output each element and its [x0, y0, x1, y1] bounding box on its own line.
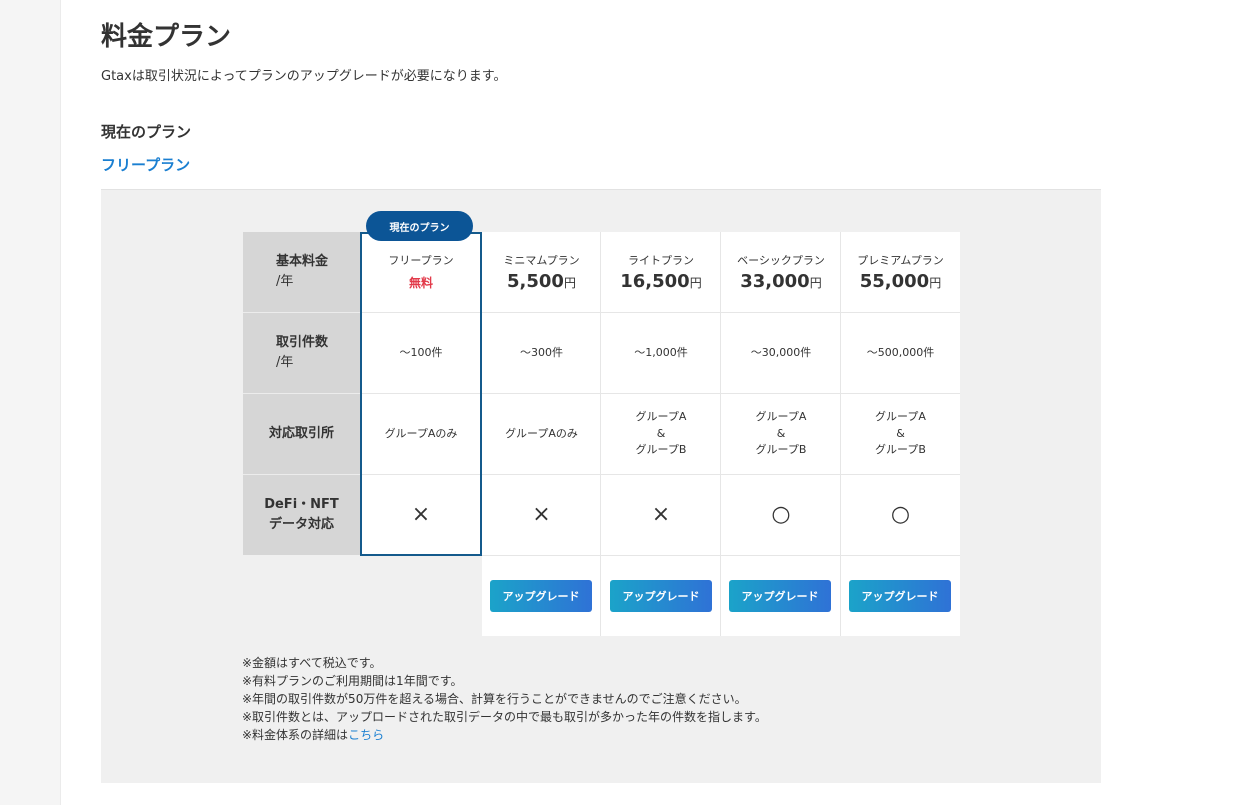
row-label-main: DeFi・NFT: [264, 497, 339, 512]
exchange-line: グループB: [635, 443, 687, 457]
plan-header-light: ライトプラン 16,500円: [601, 232, 721, 312]
page-title: 料金プラン: [101, 22, 232, 52]
left-sidebar: [0, 0, 61, 805]
row-label-base-fee: 基本料金 /年: [243, 232, 360, 312]
plan-defi-nft: ×: [601, 475, 721, 555]
row-divider: [482, 393, 960, 394]
plan-name: ミニマムプラン: [503, 254, 580, 267]
row-label-defi-nft: DeFi・NFT データ対応: [243, 475, 360, 555]
row-label-main: 対応取引所: [268, 426, 334, 441]
current-plan-frame: [360, 232, 482, 556]
label-divider: [243, 312, 360, 313]
exchange-line: &: [776, 426, 786, 440]
circle-icon: ○: [771, 501, 791, 527]
column-divider: [600, 232, 601, 636]
cross-icon: ×: [532, 501, 551, 527]
row-divider: [482, 312, 960, 313]
row-label-transactions: 取引件数 /年: [243, 313, 360, 393]
pricing-notes: ※金額はすべて税込です。 ※有料プランのご利用期間は1年間です。 ※年間の取引件…: [242, 654, 767, 744]
plan-price: 5,500円: [507, 270, 576, 292]
current-plan-link[interactable]: フリープラン: [101, 154, 190, 175]
column-divider: [720, 232, 721, 636]
exchange-line: グループB: [875, 443, 926, 457]
price-unit: 円: [809, 275, 822, 290]
plan-name: ベーシックプラン: [737, 254, 825, 267]
price-unit: 円: [689, 275, 702, 290]
circle-icon: ○: [890, 501, 911, 527]
row-divider: [482, 555, 960, 556]
exchange-line: グループB: [755, 443, 807, 457]
price-value: 16,500: [620, 270, 690, 292]
row-label-main: 基本料金: [276, 254, 329, 269]
plan-exchanges: グループAのみ: [482, 394, 601, 474]
row-label-exchanges: 対応取引所: [243, 394, 360, 474]
row-divider: [482, 474, 960, 475]
cross-icon: ×: [651, 501, 671, 527]
plan-exchanges: グループA & グループB: [721, 394, 841, 474]
exchange-line: &: [656, 426, 666, 440]
plan-comparison-panel: 基本料金 /年 取引件数 /年 対応取引所 DeFi・NFT データ対応 フリー…: [101, 189, 1101, 783]
price-unit: 円: [563, 275, 576, 290]
note-line: ※金額はすべて税込です。: [242, 656, 382, 670]
row-label-unit: /年: [276, 274, 294, 289]
exchange-line: &: [896, 426, 905, 440]
plan-exchanges: グループA & グループB: [601, 394, 721, 474]
plan-price: 55,000円: [859, 270, 942, 292]
upgrade-button-basic[interactable]: アップグレード: [729, 580, 831, 612]
note-line: ※年間の取引件数が50万件を超える場合、計算を行うことができませんのでご注意くだ…: [242, 692, 747, 706]
plan-name: ライトプラン: [627, 254, 694, 267]
pricing-details-link[interactable]: こちら: [348, 728, 384, 742]
plan-price: 33,000円: [740, 270, 822, 292]
row-label-unit: /年: [276, 355, 294, 370]
price-unit: 円: [929, 275, 942, 290]
price-value: 33,000: [740, 270, 810, 292]
plan-transactions: 〜1,000件: [601, 313, 721, 393]
plan-exchanges: グループA & グループB: [841, 394, 960, 474]
plan-header-minimum: ミニマムプラン 5,500円: [482, 232, 601, 312]
plan-transactions: 〜500,000件: [841, 313, 960, 393]
plan-price: 16,500円: [620, 270, 702, 292]
current-plan-heading: 現在のプラン: [101, 123, 192, 141]
label-divider: [243, 474, 360, 475]
label-divider: [243, 393, 360, 394]
upgrade-button-light[interactable]: アップグレード: [610, 580, 712, 612]
column-divider: [840, 232, 841, 636]
plan-transactions: 〜300件: [482, 313, 601, 393]
note-prefix: ※料金体系の詳細は: [242, 728, 349, 742]
plan-transactions: 〜30,000件: [721, 313, 841, 393]
price-value: 5,500: [507, 270, 564, 292]
plan-header-premium: プレミアムプラン 55,000円: [841, 232, 960, 312]
plan-header-basic: ベーシックプラン 33,000円: [721, 232, 841, 312]
note-line: ※有料プランのご利用期間は1年間です。: [242, 674, 463, 688]
plan-name: プレミアムプラン: [857, 254, 944, 267]
current-plan-badge: 現在のプラン: [366, 211, 473, 241]
plan-defi-nft: ×: [482, 475, 601, 555]
plan-defi-nft: ○: [841, 475, 960, 555]
exchange-line: グループA: [755, 410, 807, 424]
exchange-line: グループA: [875, 410, 926, 424]
page-description: Gtaxは取引状況によってプランのアップグレードが必要になります。: [101, 69, 507, 84]
row-label-main: 取引件数: [276, 335, 329, 350]
plan-defi-nft: ○: [721, 475, 841, 555]
row-label-sub: データ対応: [268, 517, 334, 532]
exchange-line: グループA: [635, 410, 687, 424]
note-line-pricing-details: ※料金体系の詳細はこちら: [242, 726, 767, 744]
note-line: ※取引件数とは、アップロードされた取引データの中で最も取引が多かった年の件数を指…: [242, 710, 767, 724]
upgrade-button-premium[interactable]: アップグレード: [849, 580, 951, 612]
upgrade-button-minimum[interactable]: アップグレード: [490, 580, 592, 612]
price-value: 55,000: [859, 270, 930, 292]
